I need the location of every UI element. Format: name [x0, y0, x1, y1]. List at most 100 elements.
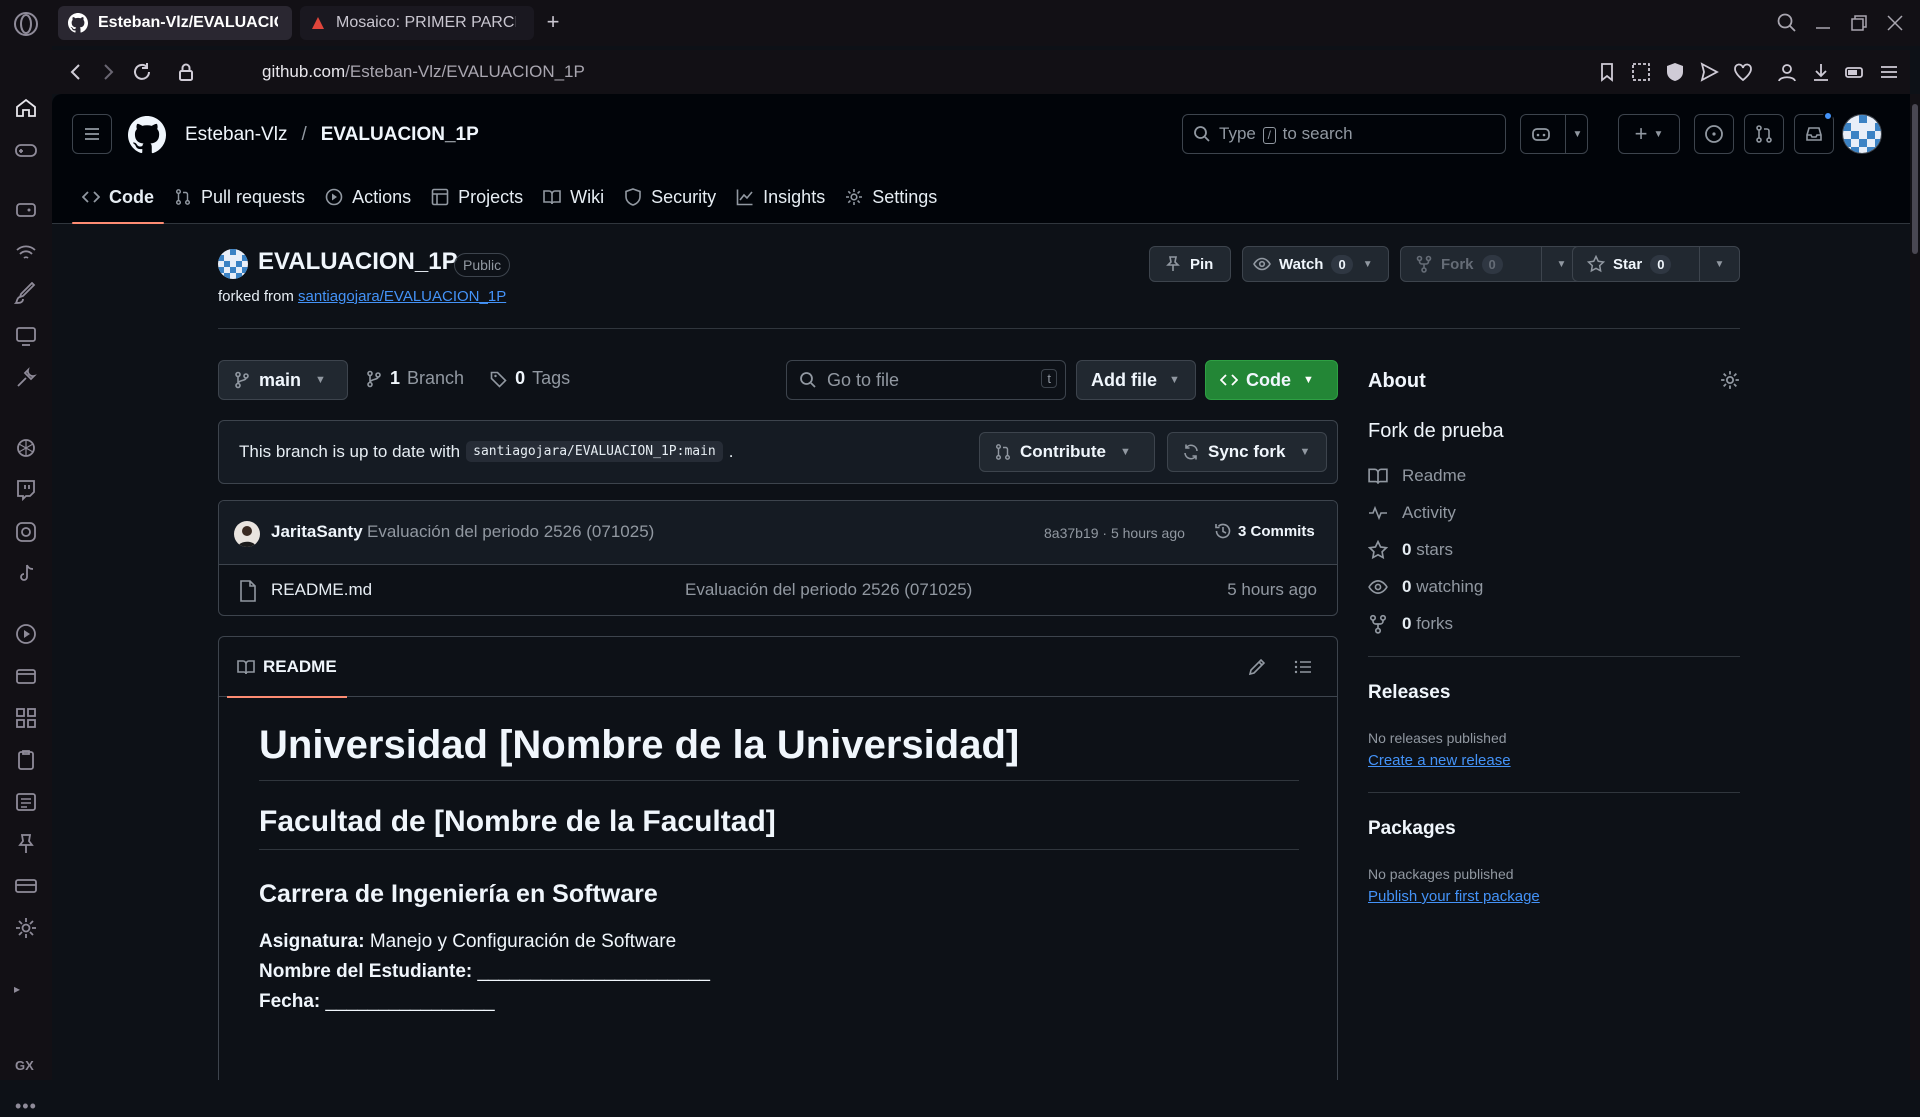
- forked-from-link[interactable]: santiagojara/EVALUACION_1P: [298, 288, 506, 305]
- copilot-dropdown-icon[interactable]: ▼: [1565, 115, 1589, 153]
- readme-tab[interactable]: README: [227, 637, 347, 698]
- branch-select-button[interactable]: main ▼: [218, 360, 348, 400]
- more-icon[interactable]: •••: [15, 1096, 37, 1117]
- repo-title[interactable]: EVALUACION_1P: [258, 248, 458, 276]
- player-icon[interactable]: [14, 622, 38, 646]
- search-input[interactable]: Type / to search: [1182, 114, 1506, 154]
- file-name-link[interactable]: README.md: [271, 580, 372, 600]
- lock-icon[interactable]: [174, 60, 198, 84]
- repo-owner-avatar[interactable]: [218, 249, 248, 279]
- tab-code[interactable]: Code: [72, 170, 164, 224]
- snapshot-icon[interactable]: [1630, 61, 1652, 83]
- bookmark-icon[interactable]: [1596, 61, 1618, 83]
- copilot-button[interactable]: ▼: [1520, 114, 1588, 154]
- code-button[interactable]: Code ▼: [1205, 360, 1338, 400]
- minimize-icon[interactable]: [1812, 12, 1834, 34]
- star-button[interactable]: Star 0 ▼: [1572, 246, 1740, 282]
- search-tabs-icon[interactable]: [1776, 12, 1798, 34]
- cursor-icon[interactable]: ▸: [14, 982, 38, 1006]
- url-field[interactable]: github.com/Esteban-Vlz/EVALUACION_1P: [262, 62, 585, 82]
- instagram-icon[interactable]: [14, 520, 38, 544]
- profile-icon[interactable]: [1776, 61, 1798, 83]
- page-scrollbar[interactable]: [1910, 94, 1920, 1080]
- browser-tab[interactable]: Mosaico: PRIMER PARCIAL: [300, 6, 534, 40]
- tab-wiki[interactable]: Wiki: [533, 170, 614, 224]
- fork-button[interactable]: Fork 0 ▼: [1400, 246, 1582, 282]
- scrollbar-thumb[interactable]: [1912, 104, 1918, 254]
- controller-icon[interactable]: [14, 198, 38, 222]
- sync-fork-button[interactable]: Sync fork ▼: [1167, 432, 1327, 472]
- easy-setup-icon[interactable]: [1878, 61, 1900, 83]
- contribute-button[interactable]: Contribute ▼: [979, 432, 1155, 472]
- star-dropdown-icon[interactable]: ▼: [1699, 247, 1739, 281]
- wallet-icon[interactable]: [14, 664, 38, 688]
- workspaces-icon[interactable]: [14, 706, 38, 730]
- download-icon[interactable]: [1810, 61, 1832, 83]
- watch-button[interactable]: Watch 0 ▼: [1242, 246, 1389, 282]
- news-icon[interactable]: [14, 790, 38, 814]
- close-icon[interactable]: [1884, 12, 1906, 34]
- owner-link[interactable]: Esteban-Vlz: [185, 124, 287, 146]
- commit-message[interactable]: Evaluación del periodo 2526 (071025): [367, 522, 654, 542]
- about-watching-link[interactable]: 0 watching: [1368, 577, 1483, 597]
- file-commit-message[interactable]: Evaluación del periodo 2526 (071025): [685, 580, 972, 600]
- commit-hash-time[interactable]: 8a37b19 · 5 hours ago: [1044, 525, 1185, 541]
- issues-button[interactable]: [1694, 114, 1734, 154]
- brush-icon[interactable]: [14, 282, 38, 306]
- go-to-file-input[interactable]: Go to file t: [786, 360, 1066, 400]
- restore-icon[interactable]: [1848, 12, 1870, 34]
- create-new-button[interactable]: + ▼: [1618, 114, 1680, 154]
- commit-author[interactable]: JaritaSanty: [271, 522, 363, 542]
- shield-check-icon[interactable]: [1664, 61, 1686, 83]
- menu-button[interactable]: [72, 114, 112, 154]
- create-release-link[interactable]: Create a new release: [1368, 752, 1511, 769]
- committer-avatar[interactable]: [234, 521, 260, 547]
- github-logo-icon[interactable]: [128, 116, 166, 154]
- reload-icon[interactable]: [130, 60, 154, 84]
- tab-pull-requests[interactable]: Pull requests: [164, 170, 315, 224]
- new-tab-button[interactable]: +: [542, 11, 564, 34]
- tab-projects[interactable]: Projects: [421, 170, 533, 224]
- pull-requests-button[interactable]: [1744, 114, 1784, 154]
- settings-icon[interactable]: [14, 916, 38, 940]
- user-avatar[interactable]: [1842, 114, 1882, 154]
- tab-security[interactable]: Security: [614, 170, 726, 224]
- releases-heading[interactable]: Releases: [1368, 682, 1450, 704]
- tiktok-icon[interactable]: [14, 562, 38, 586]
- table-row[interactable]: README.md Evaluación del periodo 2526 (0…: [219, 565, 1337, 615]
- tags-link[interactable]: 0 Tags: [490, 368, 570, 389]
- forward-icon[interactable]: [96, 60, 120, 84]
- pin-button[interactable]: Pin: [1149, 246, 1231, 282]
- tools-icon[interactable]: [14, 366, 38, 390]
- tab-insights[interactable]: Insights: [726, 170, 835, 224]
- tab-actions[interactable]: Actions: [315, 170, 421, 224]
- card-icon[interactable]: [14, 874, 38, 898]
- gx-label[interactable]: GX: [15, 1058, 34, 1073]
- about-activity-link[interactable]: Activity: [1368, 503, 1456, 523]
- twitch-icon[interactable]: [14, 478, 38, 502]
- about-stars-link[interactable]: 0 stars: [1368, 540, 1453, 560]
- branches-link[interactable]: 1 Branch: [365, 368, 464, 389]
- gear-icon[interactable]: [1720, 370, 1740, 390]
- tab-settings[interactable]: Settings: [835, 170, 947, 224]
- about-forks-link[interactable]: 0 forks: [1368, 614, 1453, 634]
- clipboard-icon[interactable]: [14, 748, 38, 772]
- packages-heading[interactable]: Packages: [1368, 818, 1456, 840]
- add-file-button[interactable]: Add file ▼: [1076, 360, 1196, 400]
- list-unordered-icon[interactable]: [1293, 657, 1313, 677]
- opera-gx-logo-icon[interactable]: [6, 4, 46, 44]
- battery-icon[interactable]: [1844, 61, 1866, 83]
- browser-tab-active[interactable]: Esteban-Vlz/EVALUACION_1P: [58, 6, 292, 40]
- gamepad-icon[interactable]: [14, 138, 38, 162]
- about-readme-link[interactable]: Readme: [1368, 466, 1466, 486]
- chatgpt-icon[interactable]: [14, 436, 38, 460]
- upstream-ref[interactable]: santiagojara/EVALUACION_1P:main: [466, 441, 723, 462]
- monitor-icon[interactable]: [14, 324, 38, 348]
- watch-dropdown-icon[interactable]: ▼: [1363, 259, 1373, 270]
- back-icon[interactable]: [64, 60, 88, 84]
- heart-icon[interactable]: [1732, 61, 1754, 83]
- commits-history-link[interactable]: 3 Commits: [1214, 522, 1315, 540]
- publish-package-link[interactable]: Publish your first package: [1368, 888, 1540, 905]
- pencil-icon[interactable]: [1247, 657, 1267, 677]
- wifi-icon[interactable]: [14, 240, 38, 264]
